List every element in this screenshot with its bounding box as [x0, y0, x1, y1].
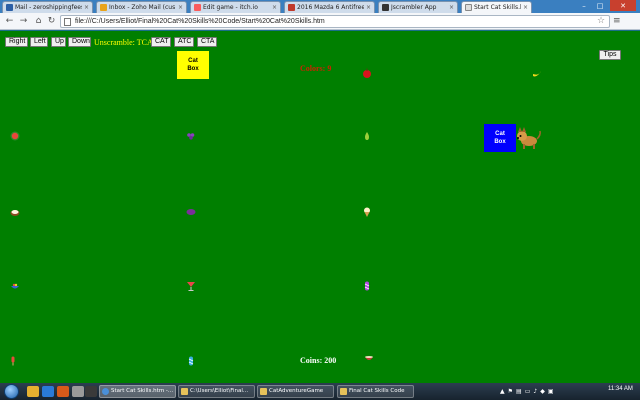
cat-box-line: Cat: [188, 58, 198, 64]
tab-mazda[interactable]: 2016 Mazda 6 Antifreeze ×: [284, 1, 375, 13]
chrome-icon: [102, 388, 109, 395]
tab-label: Jscrambler App: [391, 4, 437, 11]
folder-icon: [181, 388, 188, 395]
unscramble-label: Unscramble: TCA: [94, 38, 153, 47]
volume-icon[interactable]: ♪: [533, 388, 537, 395]
tab-label: Edit game - itch.io: [203, 4, 258, 11]
tray-arrow-icon[interactable]: ▲: [500, 388, 505, 395]
reload-icon[interactable]: ↻: [46, 16, 57, 27]
forward-icon[interactable]: →: [18, 16, 29, 27]
folder-icon: [340, 388, 347, 395]
itch-icon: [194, 4, 201, 11]
page-icon: [64, 18, 71, 26]
home-icon[interactable]: ⌂: [33, 16, 44, 27]
app-icon[interactable]: [85, 386, 97, 397]
close-icon[interactable]: ×: [449, 4, 454, 11]
bowl-icon[interactable]: [364, 353, 374, 363]
cat-box-line: Box: [494, 139, 506, 145]
folder-icon: [260, 388, 267, 395]
up-button[interactable]: Up: [51, 37, 66, 47]
close-window-icon[interactable]: ✕: [610, 0, 636, 11]
taskbar-item-label: Start Cat Skills.htm -...: [111, 388, 174, 394]
tab-label: Mail - zeroshippingfees: [15, 4, 82, 11]
plum-icon[interactable]: [186, 207, 196, 217]
banana-icon[interactable]: [532, 69, 542, 79]
left-button[interactable]: Left: [30, 37, 48, 47]
tab-jscrambler[interactable]: Jscrambler App ×: [378, 1, 458, 13]
media-player-icon[interactable]: [57, 386, 69, 397]
shield-icon[interactable]: ◆: [540, 388, 545, 395]
cat-character-icon[interactable]: [516, 126, 542, 150]
tab-label: 2016 Mazda 6 Antifreeze: [297, 4, 364, 11]
taskbar-item-chrome[interactable]: Start Cat Skills.htm -...: [99, 385, 176, 398]
address-bar[interactable]: file:///C:/Users/Elliot/Final%20Cat%20Sk…: [60, 15, 610, 28]
battery-icon[interactable]: ▭: [525, 388, 531, 395]
taskbar: Start Cat Skills.htm -... C:\Users\Ellio…: [0, 383, 640, 400]
coins-counter: Coins: 200: [300, 356, 337, 365]
taskbar-item-label: C:\Users\Elliot\Final...: [190, 388, 249, 394]
taskbar-item-label: Final Cat Skills Code: [349, 388, 405, 394]
right-button[interactable]: Right: [5, 37, 28, 47]
address-bar-url: file:///C:/Users/Elliot/Final%20Cat%20Sk…: [75, 18, 325, 25]
cat-box-blue[interactable]: Cat Box: [484, 124, 516, 152]
down-button[interactable]: Down: [68, 37, 91, 47]
autozone-icon: [288, 4, 295, 11]
cat-box-line: Cat: [495, 131, 505, 137]
wrench-icon[interactable]: ≡: [613, 16, 621, 27]
cat-box-yellow[interactable]: Cat Box: [177, 51, 209, 79]
tab-label: Start Cat Skills.htm: [474, 4, 521, 11]
close-icon[interactable]: ×: [178, 4, 183, 11]
pear-icon[interactable]: [362, 131, 372, 141]
taskbar-item-label: CatAdventureGame: [269, 388, 324, 394]
star-icon[interactable]: ☆: [597, 16, 605, 27]
tab-zoho-mail[interactable]: Inbox - Zoho Mail (cus ×: [96, 1, 187, 13]
popsicle-icon[interactable]: [8, 356, 18, 366]
maximize-icon[interactable]: □: [592, 0, 608, 11]
cta-button[interactable]: CTA: [197, 37, 217, 47]
browser-toolbar: ← → ⌂ ↻ file:///C:/Users/Elliot/Final%20…: [0, 13, 640, 30]
folder-icon[interactable]: [27, 386, 39, 397]
jscrambler-icon: [382, 4, 389, 11]
drink-icon[interactable]: [186, 281, 196, 291]
internet-explorer-icon[interactable]: [42, 386, 54, 397]
start-button[interactable]: [4, 384, 19, 399]
page-icon: [465, 4, 472, 11]
game-area: Right Left Up Down Unscramble: TCA CAT A…: [0, 31, 640, 383]
bowl-icon[interactable]: [10, 281, 20, 291]
taskbar-item-catadventure[interactable]: CatAdventureGame: [257, 385, 334, 398]
coconut-icon[interactable]: [10, 207, 20, 217]
clock[interactable]: 11:34 AM: [608, 386, 633, 392]
minimize-icon[interactable]: –: [576, 0, 592, 11]
zoho-icon: [100, 4, 107, 11]
cat-button[interactable]: CAT: [151, 37, 171, 47]
ice-cream-icon[interactable]: [362, 207, 372, 217]
apple-icon[interactable]: [362, 68, 372, 78]
flag-icon[interactable]: ⚑: [508, 388, 513, 395]
network-icon[interactable]: ▤: [516, 388, 522, 395]
candy-icon[interactable]: [362, 281, 372, 291]
display-icon[interactable]: ▣: [548, 388, 554, 395]
tab-itch[interactable]: Edit game - itch.io ×: [190, 1, 281, 13]
system-tray: ▲ ⚑ ▤ ▭ ♪ ◆ ▣: [500, 386, 554, 397]
close-icon[interactable]: ×: [84, 4, 89, 11]
tips-button[interactable]: Tips: [599, 50, 621, 60]
cat-box-line: Box: [187, 66, 199, 72]
colors-counter: Colors: 9: [300, 64, 332, 73]
atc-button[interactable]: ATC: [174, 37, 194, 47]
tab-label: Inbox - Zoho Mail (cus: [109, 4, 176, 11]
app-icon[interactable]: [72, 386, 84, 397]
browser-tab-strip: Mail - zeroshippingfees × Inbox - Zoho M…: [0, 0, 640, 13]
tab-start-cat-skills[interactable]: Start Cat Skills.htm ×: [461, 1, 532, 13]
back-icon[interactable]: ←: [4, 16, 15, 27]
taskbar-item-explorer[interactable]: C:\Users\Elliot\Final...: [178, 385, 255, 398]
tab-mail[interactable]: Mail - zeroshippingfees ×: [2, 1, 93, 13]
close-icon[interactable]: ×: [523, 4, 528, 11]
close-icon[interactable]: ×: [366, 4, 371, 11]
watermelon-icon[interactable]: [10, 131, 20, 141]
mail-icon: [6, 4, 13, 11]
taskbar-item-final-code[interactable]: Final Cat Skills Code: [337, 385, 414, 398]
candy-icon[interactable]: [186, 356, 196, 366]
close-icon[interactable]: ×: [272, 4, 277, 11]
grapes-icon[interactable]: [186, 131, 196, 141]
